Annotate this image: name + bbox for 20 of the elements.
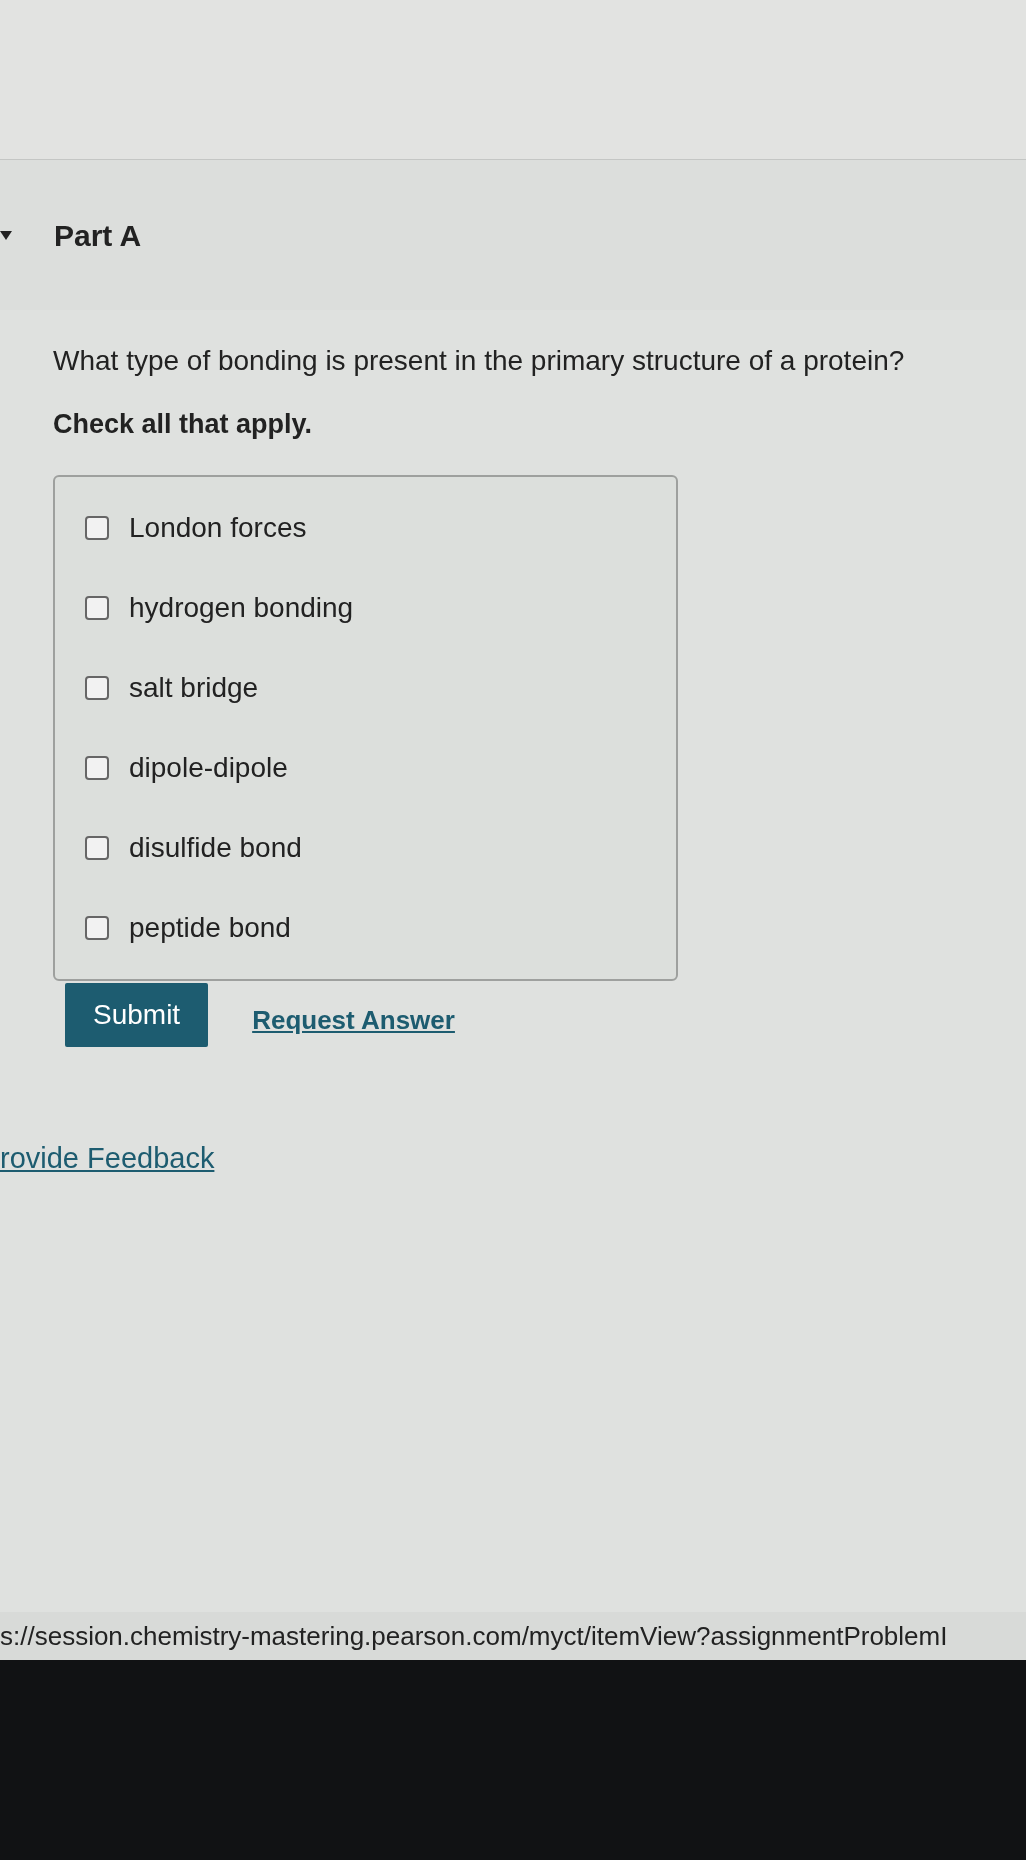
- submit-button[interactable]: Submit: [65, 982, 209, 1047]
- checkbox[interactable]: [85, 755, 109, 780]
- checkbox[interactable]: [85, 595, 109, 620]
- url-text: s://session.chemistry-mastering.pearson.com/myct/itemView?assignmentProblemI: [0, 1619, 948, 1653]
- checkbox[interactable]: [85, 835, 109, 860]
- question-text: What type of bonding is present in the primary structure of a protein?: [53, 344, 906, 378]
- checkbox[interactable]: [85, 675, 109, 700]
- option-label: peptide bond: [129, 910, 291, 945]
- instruction-text: Check all that apply.: [53, 408, 314, 441]
- option-label: London forces: [129, 510, 307, 545]
- checkbox[interactable]: [85, 515, 109, 540]
- provide-feedback-link[interactable]: rovide Feedback: [0, 1136, 215, 1180]
- checkbox[interactable]: [85, 915, 109, 940]
- option-label: dipole-dipole: [129, 750, 288, 785]
- request-answer-link[interactable]: Request Answer: [252, 1001, 455, 1040]
- part-title: Part A: [54, 217, 142, 254]
- triangle-icon[interactable]: [0, 229, 12, 241]
- option-label: salt bridge: [129, 670, 259, 705]
- option-label: hydrogen bonding: [129, 590, 354, 625]
- option-label: disulfide bond: [129, 830, 302, 865]
